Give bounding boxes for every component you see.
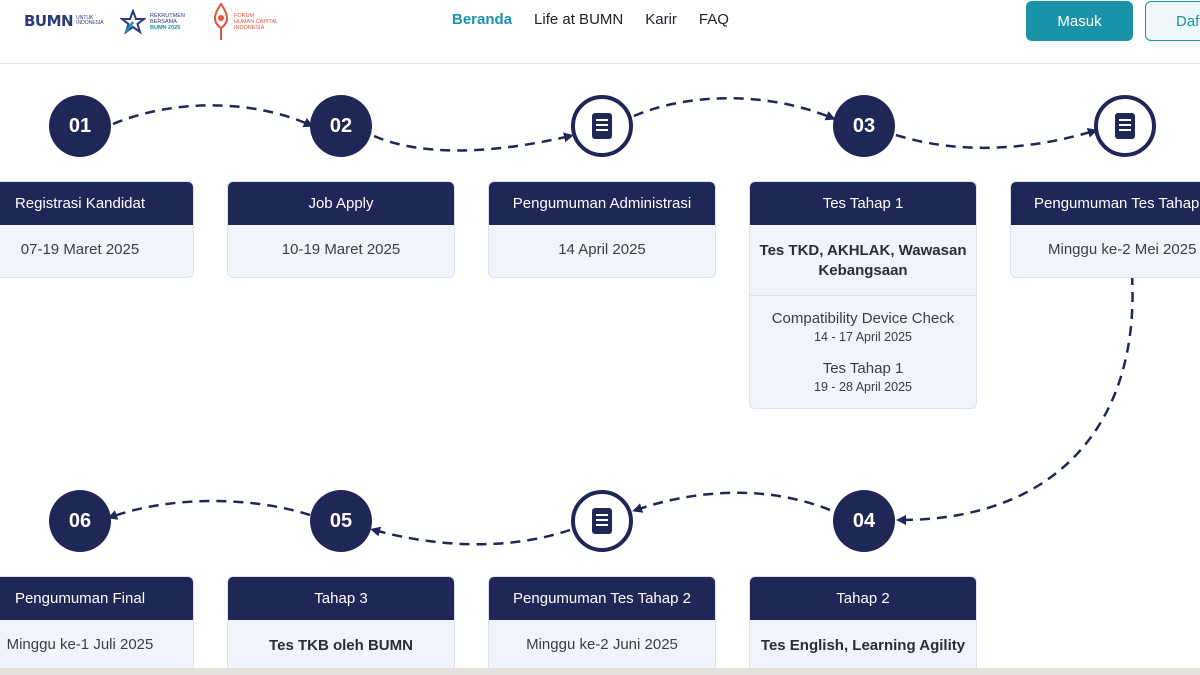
step-04-badge: 04 [833,490,895,552]
card-title: Pengumuman Final [0,577,193,620]
nav-karir[interactable]: Karir [645,11,677,28]
connector-04-doc [632,491,831,513]
card-date: Minggu ke-1 Juli 2025 [6,636,154,653]
window-bottom-edge [0,668,1200,675]
schedule-item-date: 19 - 28 April 2025 [814,380,912,394]
card-subtitle: Tes English, Learning Agility [760,637,966,654]
card-subtitle: Tes TKB oleh BUMN [269,637,413,654]
fhci-logo-text: FORUM HUMAN CAPITAL INDONESIA [234,13,304,31]
document-icon [592,113,612,139]
card-date: Minggu ke-2 Mei 2025 [1048,241,1197,258]
nav-beranda[interactable]: Beranda [452,11,512,28]
schedule-item-title: Compatibility Device Check [771,310,955,327]
card-pengumuman-administrasi: Pengumuman Administrasi 14 April 2025 [488,181,716,278]
announcement-node-1 [571,95,633,157]
rekrutmen-logo-text: REKRUTMEN BERSAMA BUMN 2025 [150,13,194,31]
login-button[interactable]: Masuk [1026,1,1133,41]
step-01-badge: 01 [49,95,111,157]
announcement-node-2 [1094,95,1156,157]
card-tahap-3: Tahap 3 Tes TKB oleh BUMN [227,576,455,673]
card-pengumuman-final: Pengumuman Final Minggu ke-1 Juli 2025 [0,576,194,673]
bumn-logo-tagline: UNTUK INDONESIA [76,15,104,26]
card-title: Pengumuman Tes Tahap 2 [489,577,715,620]
fhci-flame-icon [214,2,228,40]
card-title: Registrasi Kandidat [0,182,193,225]
card-pengumuman-tes-tahap-2: Pengumuman Tes Tahap 2 Minggu ke-2 Juni … [488,576,716,673]
document-icon [592,508,612,534]
card-title: Tahap 2 [750,577,976,620]
card-date: Minggu ke-2 Juni 2025 [526,636,678,653]
schedule-item-title: Tes Tahap 1 [822,360,904,377]
fhci-logo[interactable]: FORUM HUMAN CAPITAL INDONESIA [210,2,304,42]
rb-line-3: BUMN 2025 [150,25,181,31]
card-date: 14 April 2025 [558,241,646,258]
nav-life-at-bumn[interactable]: Life at BUMN [534,11,623,28]
card-title: Tahap 3 [228,577,454,620]
step-03-badge: 03 [833,95,895,157]
card-registrasi-kandidat: Registrasi Kandidat 07-19 Maret 2025 [0,181,194,278]
card-title: Pengumuman Tes Tahap 1 [1011,182,1200,225]
card-date: 07-19 Maret 2025 [20,241,140,258]
bumn-logo-mark: BUMN [24,12,74,30]
nav-faq[interactable]: FAQ [699,11,729,28]
card-title: Tes Tahap 1 [750,182,976,225]
connector-03-doc [895,127,1098,150]
schedule-item-date: 14 - 17 April 2025 [814,330,912,344]
main-nav: Beranda Life at BUMN Karir FAQ [452,11,751,28]
card-schedule: Compatibility Device Check 14 - 17 April… [750,295,976,408]
card-pengumuman-tes-tahap-1: Pengumuman Tes Tahap 1 Minggu ke-2 Mei 2… [1010,181,1200,278]
connector-05-06 [107,499,311,520]
register-button[interactable]: Daf [1145,1,1200,41]
step-05-badge: 05 [310,490,372,552]
document-icon [1115,113,1135,139]
top-navbar: BUMN UNTUK INDONESIA REKRUTMEN BERSAMA B… [0,0,1200,64]
card-job-apply: Job Apply 10-19 Maret 2025 [227,181,455,278]
bumn-logo[interactable]: BUMN UNTUK INDONESIA [24,10,106,32]
card-title: Pengumuman Administrasi [489,182,715,225]
fhci-line-3: INDONESIA [234,25,265,31]
connector-01-02 [112,104,314,128]
card-tes-tahap-1: Tes Tahap 1 Tes TKD, AKHLAK, Wawasan Keb… [749,181,977,409]
rekrutmen-star-icon [120,9,146,35]
card-tahap-2: Tahap 2 Tes English, Learning Agility [749,576,977,673]
card-title: Job Apply [228,182,454,225]
step-06-badge: 06 [49,490,111,552]
card-subtitle: Tes TKD, AKHLAK, Wawasan Kebangsaan [759,242,967,279]
announcement-node-3 [571,490,633,552]
card-date: 10-19 Maret 2025 [281,241,401,258]
step-02-badge: 02 [310,95,372,157]
connector-02-doc [373,132,574,152]
connector-doc-03 [633,97,836,121]
rekrutmen-bersama-logo[interactable]: REKRUTMEN BERSAMA BUMN 2025 [120,8,194,36]
connector-doc-05 [370,526,571,546]
